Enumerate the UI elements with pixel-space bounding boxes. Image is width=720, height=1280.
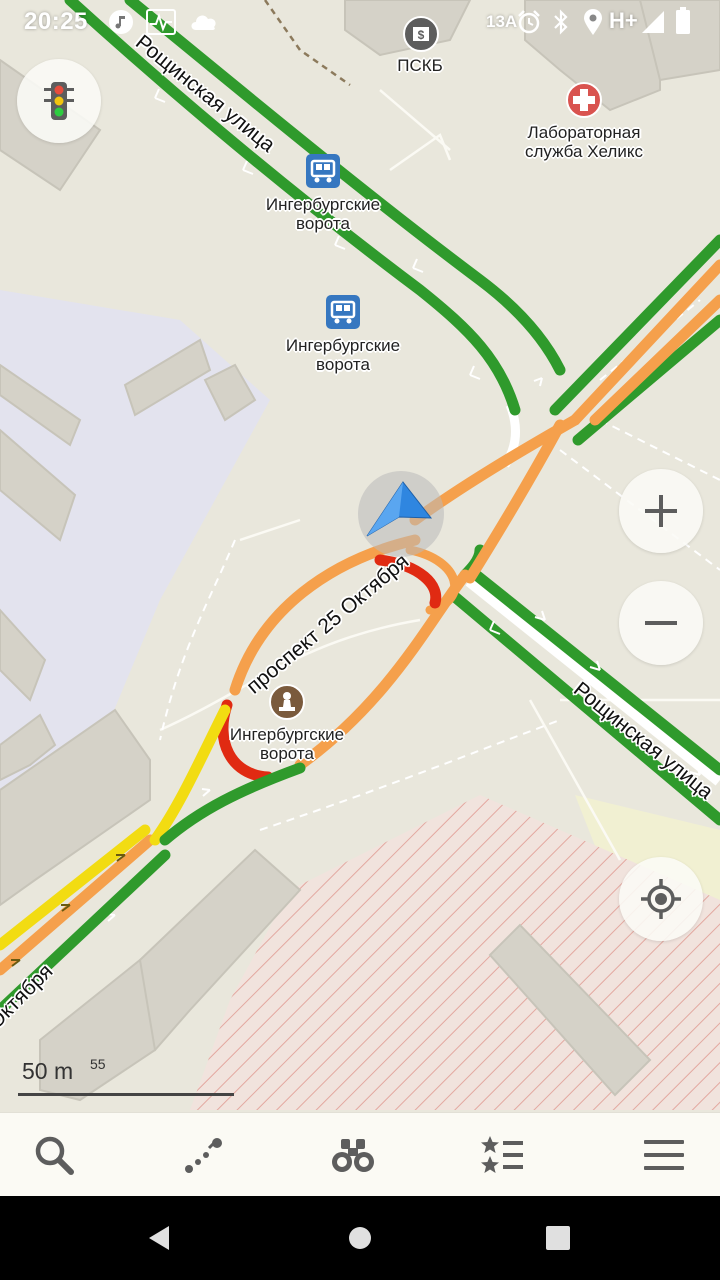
map-scale-bar	[18, 1093, 234, 1096]
poi-name-line1: Ингербургские	[229, 725, 345, 744]
crosshair-icon	[641, 879, 681, 919]
status-bar: 20:25 13A H+	[0, 0, 720, 44]
hamburger-menu-icon	[644, 1140, 684, 1170]
music-icon	[109, 10, 133, 34]
network-type-label: H+	[609, 8, 638, 33]
poi-label-bus-stop-2[interactable]: Ингербургские ворота	[263, 336, 423, 374]
poi-name-line2: ворота	[260, 744, 314, 763]
menu-button[interactable]	[592, 1113, 720, 1197]
home-button[interactable]	[300, 1196, 420, 1280]
search-button[interactable]	[0, 1113, 126, 1197]
poi-label-lab[interactable]: Лабораторная служба Хеликс	[504, 123, 664, 161]
bookmarks-list-icon	[481, 1136, 523, 1173]
minus-icon	[645, 621, 677, 625]
bluetooth-icon	[554, 9, 568, 35]
signal-strength-label: 13A	[486, 12, 518, 31]
medical-cross-icon[interactable]	[566, 82, 602, 118]
bank-icon[interactable]: $	[403, 16, 439, 52]
traffic-light-icon	[44, 82, 74, 120]
poi-name-line2: ворота	[296, 214, 350, 233]
poi-name-line2: ворота	[316, 355, 370, 374]
current-position-icon	[358, 471, 444, 557]
poi-name-line2: служба Хеликс	[525, 142, 643, 161]
traffic-toggle-button[interactable]	[17, 59, 101, 143]
poi-name: ПСКБ	[397, 56, 443, 75]
zoom-in-button[interactable]	[619, 469, 703, 553]
activity-icon	[146, 9, 176, 35]
poi-name-line1: Ингербургские	[265, 195, 381, 214]
poi-name-line1: Ингербургские	[285, 336, 401, 355]
home-icon	[349, 1227, 371, 1249]
plus-icon	[645, 495, 677, 527]
monument-icon[interactable]	[269, 684, 305, 720]
bus-stop-icon[interactable]	[305, 153, 341, 189]
bookmarks-button[interactable]	[431, 1113, 575, 1197]
location-icon	[584, 9, 602, 35]
back-icon	[149, 1226, 169, 1250]
battery-icon	[676, 7, 690, 34]
svg-text:$: $	[418, 28, 425, 42]
map-canvas[interactable]	[0, 0, 720, 1280]
cell-signal-icon	[642, 11, 664, 33]
bottom-toolbar	[0, 1112, 720, 1197]
map-scale-label: 50 m	[22, 1058, 74, 1084]
discover-button[interactable]	[281, 1113, 425, 1197]
recents-button[interactable]	[498, 1196, 618, 1280]
binoculars-icon	[332, 1139, 374, 1172]
poi-label-bank[interactable]: ПСКБ	[380, 56, 460, 75]
route-button[interactable]	[131, 1113, 275, 1197]
system-navigation-bar	[0, 1196, 720, 1280]
recents-icon	[546, 1226, 570, 1250]
alarm-icon	[518, 10, 540, 34]
my-location-button[interactable]	[619, 857, 703, 941]
poi-name-line1: Лабораторная	[527, 123, 641, 142]
poi-label-bus-stop-1[interactable]: Ингербургские ворота	[243, 195, 403, 233]
back-button[interactable]	[100, 1196, 220, 1280]
zoom-out-button[interactable]	[619, 581, 703, 665]
cloud-icon	[191, 15, 216, 30]
bus-stop-icon[interactable]	[325, 294, 361, 330]
zoom-level-label: 55	[90, 1056, 106, 1072]
route-icon	[185, 1138, 222, 1173]
status-time: 20:25	[24, 8, 88, 35]
search-icon	[35, 1136, 74, 1175]
poi-label-monument[interactable]: Ингербургские ворота	[207, 725, 367, 763]
